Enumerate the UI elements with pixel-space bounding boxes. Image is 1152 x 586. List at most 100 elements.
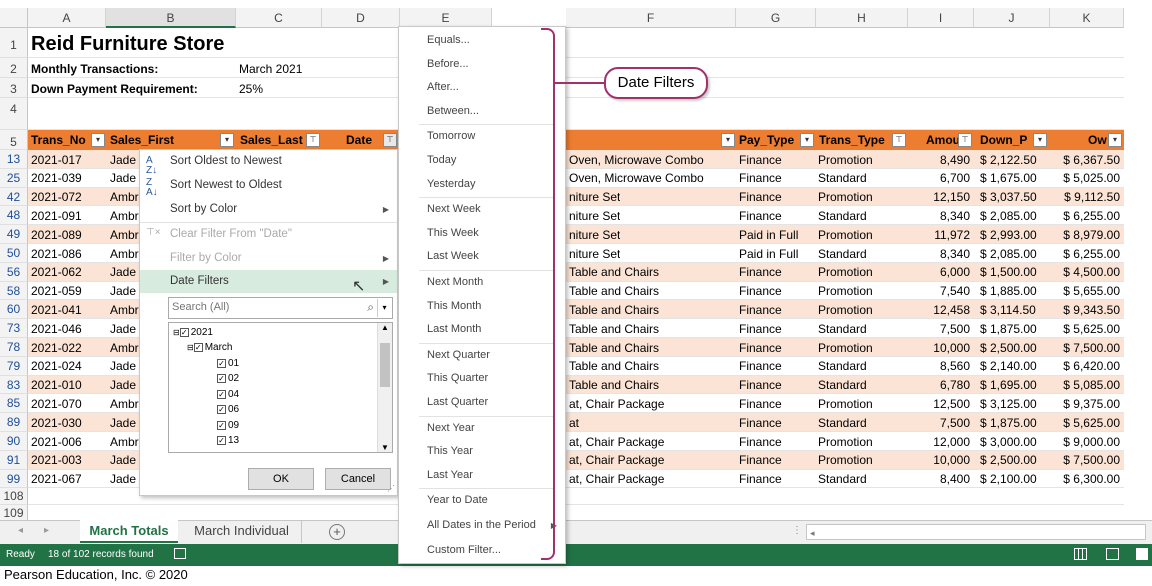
cell-g[interactable]: Paid in Full — [739, 245, 798, 263]
tree-node-month[interactable]: ⊟✓ March — [187, 340, 233, 355]
cell-g[interactable]: Finance — [739, 339, 782, 357]
row-header[interactable]: 90 — [0, 432, 28, 451]
cell-g[interactable]: Finance — [739, 263, 782, 281]
row-header[interactable]: 108 — [0, 488, 28, 505]
cell-b[interactable]: Ambr — [110, 339, 139, 357]
cell-b[interactable]: Ambr — [110, 433, 139, 451]
cancel-button[interactable]: Cancel — [325, 468, 391, 490]
filter-search-box[interactable]: ⌕ ▾ — [168, 297, 393, 319]
cell-k[interactable]: $ 4,500.00 — [1054, 263, 1120, 281]
cell-k[interactable]: $ 5,655.00 — [1054, 282, 1120, 300]
tree-scrollbar[interactable]: ▲ ▼ — [377, 323, 392, 452]
cell-i[interactable]: 8,400 — [908, 470, 970, 488]
cell-a[interactable]: 2021-022 — [31, 339, 82, 357]
normal-view-icon[interactable] — [1074, 548, 1087, 560]
cell-k[interactable]: $ 8,979.00 — [1054, 226, 1120, 244]
filter-dropdown-icon[interactable]: ▾ — [220, 133, 234, 147]
cell-g[interactable]: Finance — [739, 282, 782, 300]
menu-sort-newest[interactable]: Sort Newest to Oldest — [140, 174, 397, 197]
column-header-d[interactable]: D — [322, 8, 400, 28]
cell-h[interactable]: Promotion — [818, 395, 873, 413]
cell-h[interactable]: Promotion — [818, 433, 873, 451]
tab-march-individual[interactable]: March Individual — [182, 520, 302, 543]
cell-b[interactable]: Jade — [110, 282, 136, 300]
horizontal-scrollbar[interactable]: ◂ — [806, 524, 1146, 540]
cell-f[interactable]: Table and Chairs — [569, 339, 659, 357]
cell-f[interactable]: niture Set — [569, 188, 620, 206]
column-header-f[interactable]: F — [566, 8, 736, 28]
tab-march-totals[interactable]: March Totals — [80, 520, 178, 543]
cell-k[interactable]: $ 5,625.00 — [1054, 414, 1120, 432]
cell-k[interactable]: $ 9,000.00 — [1054, 433, 1120, 451]
cell-j[interactable]: $ 1,500.00 — [980, 263, 1037, 281]
cell-a[interactable]: 2021-091 — [31, 207, 82, 225]
scroll-down-icon[interactable]: ▼ — [378, 443, 392, 452]
cell-a[interactable]: 2021-024 — [31, 357, 82, 375]
splitter-handle-icon[interactable]: ⋮ — [792, 525, 802, 536]
filter-active-icon[interactable]: ⊤ — [383, 133, 397, 147]
cell-i[interactable]: 12,500 — [908, 395, 970, 413]
cell-j[interactable]: $ 2,500.00 — [980, 451, 1037, 469]
menu-filter-by-color[interactable]: Filter by Color ▶ — [140, 247, 397, 270]
cell-g[interactable]: Finance — [739, 451, 782, 469]
cell-f[interactable]: Table and Chairs — [569, 263, 659, 281]
cell-b[interactable]: Jade — [110, 470, 136, 488]
cell-j[interactable]: $ 2,140.00 — [980, 357, 1037, 375]
cell-b[interactable]: Ambr — [110, 245, 139, 263]
cell-h[interactable]: Promotion — [818, 263, 873, 281]
cell-b[interactable]: Jade — [110, 414, 136, 432]
cell-j[interactable]: $ 1,875.00 — [980, 414, 1037, 432]
cell-f[interactable]: Table and Chairs — [569, 320, 659, 338]
cell-b[interactable]: Jade — [110, 263, 136, 281]
cell-h[interactable]: Promotion — [818, 339, 873, 357]
tree-node-day[interactable]: ✓ 01 — [217, 356, 239, 371]
cell-f[interactable]: niture Set — [569, 207, 620, 225]
select-all-corner[interactable] — [0, 8, 28, 28]
cell-k[interactable]: $ 6,367.50 — [1054, 151, 1120, 169]
row-header[interactable]: 48 — [0, 206, 28, 226]
cell-a[interactable]: 2021-041 — [31, 301, 82, 319]
cell-h[interactable]: Promotion — [818, 151, 873, 169]
cell-f[interactable]: Table and Chairs — [569, 282, 659, 300]
filter-active-icon[interactable]: ⊤ — [958, 133, 972, 147]
cell-b[interactable]: Ambr — [110, 226, 139, 244]
page-break-view-icon[interactable] — [1136, 548, 1148, 560]
cell-j[interactable]: $ 1,695.00 — [980, 376, 1037, 394]
cell-b[interactable]: Ambr — [110, 188, 139, 206]
cell-b[interactable]: Jade — [110, 451, 136, 469]
cell-g[interactable]: Paid in Full — [739, 226, 798, 244]
tab-scroll-right-icon[interactable]: ▸ — [44, 525, 49, 536]
checkbox-icon[interactable]: ✓ — [217, 435, 226, 445]
row-header[interactable]: 25 — [0, 168, 28, 188]
cell-a[interactable]: 2021-089 — [31, 226, 82, 244]
cell-j[interactable]: $ 1,675.00 — [980, 169, 1037, 187]
cell-b[interactable]: Ambr — [110, 395, 139, 413]
cell-g[interactable]: Finance — [739, 320, 782, 338]
column-header-c[interactable]: C — [236, 8, 322, 28]
cell-k[interactable]: $ 6,420.00 — [1054, 357, 1120, 375]
cell-i[interactable]: 7,540 — [908, 282, 970, 300]
checkbox-icon[interactable]: ✓ — [217, 373, 226, 383]
checkbox-icon[interactable]: ✓ — [217, 358, 226, 368]
cell-b[interactable]: Jade — [110, 151, 136, 169]
cell-i[interactable]: 11,972 — [908, 226, 970, 244]
cell-f[interactable]: niture Set — [569, 226, 620, 244]
cell-h[interactable]: Promotion — [818, 451, 873, 469]
column-header-b[interactable]: B — [106, 8, 236, 28]
cell-b[interactable]: Ambr — [110, 207, 139, 225]
cell-j[interactable]: $ 2,085.00 — [980, 207, 1037, 225]
cell-j[interactable]: $ 3,000.00 — [980, 433, 1037, 451]
cell-i[interactable]: 8,340 — [908, 245, 970, 263]
cell-j[interactable]: $ 2,500.00 — [980, 339, 1037, 357]
filter-dropdown-icon[interactable]: ▾ — [721, 133, 735, 147]
cell-g[interactable]: Finance — [739, 357, 782, 375]
cell-f[interactable]: Table and Chairs — [569, 376, 659, 394]
cell-h[interactable]: Standard — [818, 207, 867, 225]
cell-f[interactable]: at — [569, 414, 579, 432]
row-header[interactable]: 49 — [0, 225, 28, 244]
filter-dropdown-icon[interactable]: ▾ — [1033, 133, 1047, 147]
column-header-g[interactable]: G — [736, 8, 816, 28]
cell-g[interactable]: Finance — [739, 151, 782, 169]
cell-j[interactable]: $ 2,085.00 — [980, 245, 1037, 263]
checkbox-icon[interactable]: ✓ — [217, 389, 226, 399]
